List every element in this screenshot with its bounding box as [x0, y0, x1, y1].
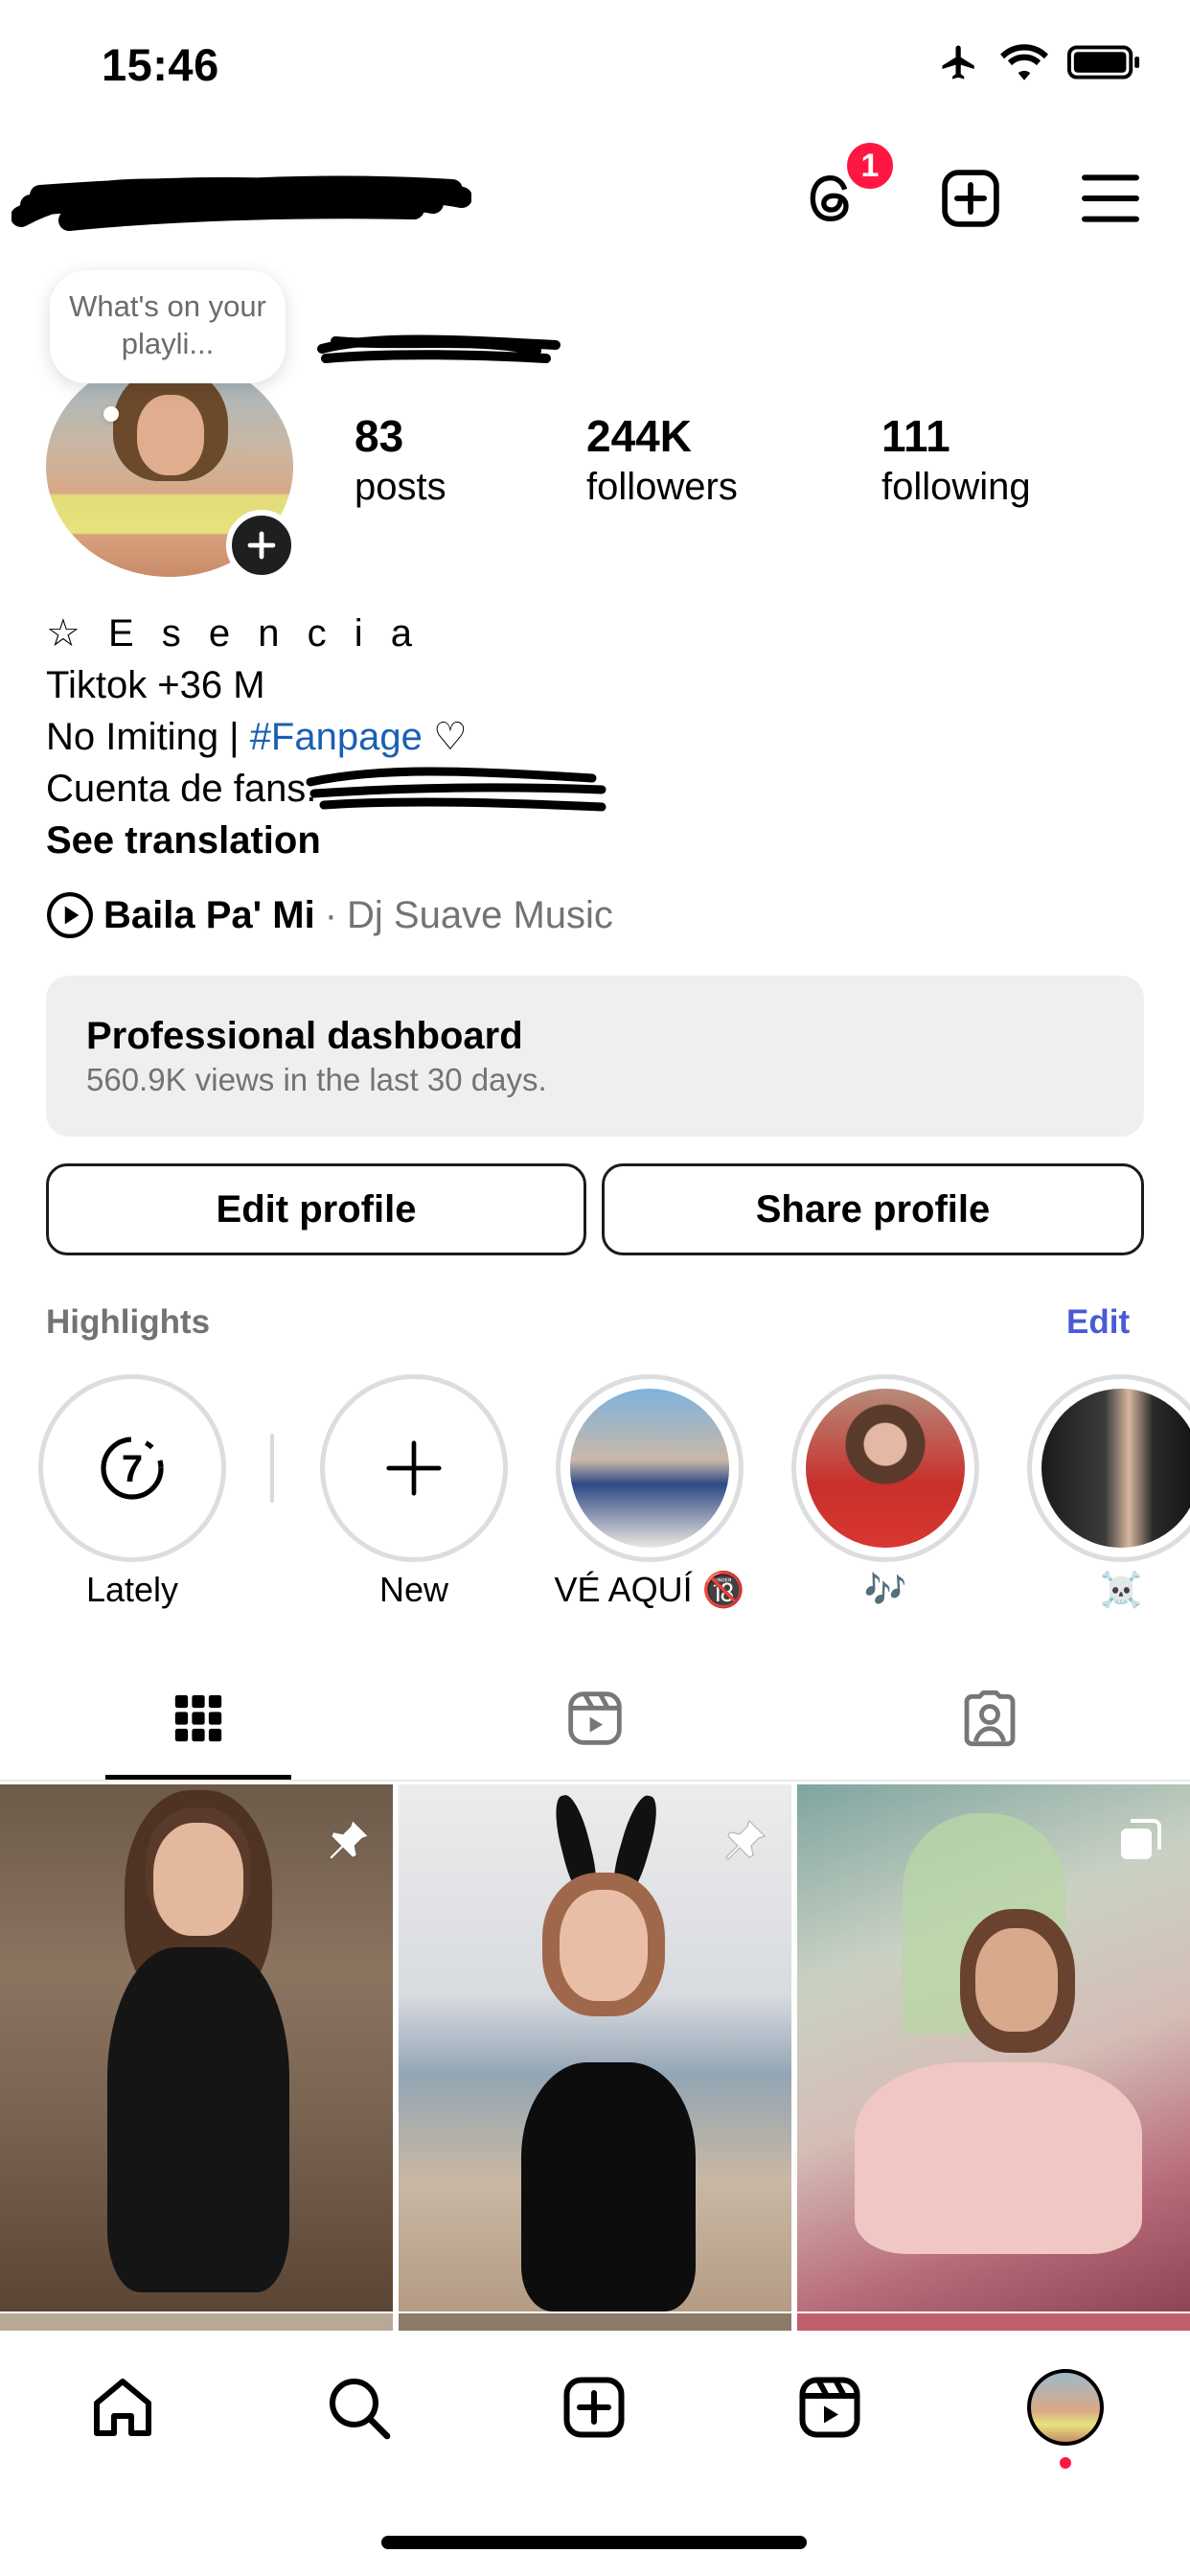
post-figure-body	[855, 2062, 1142, 2254]
stat-followers[interactable]: 244K followers	[586, 410, 738, 512]
music-title: Baila Pa' Mi	[103, 894, 315, 936]
fan-account-redacted[interactable]	[305, 761, 611, 815]
bio-line-4-prefix: Cuenta de fans:	[46, 768, 317, 810]
highlight-lately-label: Lately	[85, 1570, 179, 1609]
carousel-icon	[1115, 1815, 1165, 1865]
create-post-button[interactable]	[935, 163, 1006, 234]
post-figure-face	[975, 1928, 1058, 2032]
display-name-redacted	[317, 334, 561, 363]
status-time: 15:46	[102, 39, 219, 90]
stat-posts-label: posts	[355, 466, 446, 508]
home-icon	[94, 2379, 151, 2436]
highlight-skull[interactable]	[1027, 1374, 1190, 1562]
dashboard-title: Professional dashboard	[86, 1015, 523, 1057]
add-story-button[interactable]	[226, 510, 297, 581]
highlight-music-label: 🎶	[863, 1570, 907, 1609]
note-bubble[interactable]: What's on your playli...	[50, 270, 286, 383]
post-figure-dress	[107, 1947, 289, 2292]
plus-icon	[247, 531, 276, 560]
highlight-ve-aqui-label: VÉ AQUÍ 🔞	[554, 1570, 745, 1609]
bio-line-3-suffix: ♡	[422, 716, 468, 758]
post-thumbnail-partial[interactable]	[797, 2313, 1190, 2333]
nav-search[interactable]	[320, 2369, 397, 2446]
highlight-ve-aqui[interactable]	[556, 1374, 744, 1562]
nav-profile-dot	[1060, 2457, 1071, 2469]
highlight-new[interactable]	[320, 1374, 508, 1562]
see-translation-link[interactable]: See translation	[46, 815, 321, 866]
share-profile-button[interactable]: Share profile	[602, 1163, 1144, 1255]
stat-following[interactable]: 111 following	[881, 410, 1031, 512]
battery-icon	[1067, 45, 1140, 80]
highlight-skull-label: ☠️	[1099, 1570, 1143, 1609]
tab-grid[interactable]	[165, 1685, 232, 1752]
post-figure-face	[560, 1890, 648, 2001]
highlight-music[interactable]	[791, 1374, 979, 1562]
highlight-skull-image	[1041, 1389, 1190, 1548]
airplane-icon	[942, 45, 974, 80]
dashboard-subtitle: 560.9K views in the last 30 days.	[86, 1062, 547, 1097]
edit-profile-button[interactable]: Edit profile	[46, 1163, 586, 1255]
music-separator: ·	[324, 894, 338, 936]
highlights-edit-button[interactable]: Edit	[1066, 1303, 1130, 1342]
stat-posts-value: 83	[355, 411, 404, 461]
hamburger-icon	[1082, 174, 1139, 222]
bio-line-3: No Imiting | #Fanpage ♡	[46, 711, 468, 763]
stat-followers-label: followers	[586, 466, 738, 508]
tabs-divider	[0, 1780, 1190, 1782]
nav-profile-avatar[interactable]	[1027, 2369, 1104, 2446]
stat-following-value: 111	[881, 411, 950, 461]
plus-icon	[386, 1440, 442, 1496]
nav-create[interactable]	[556, 2369, 632, 2446]
tab-reels[interactable]	[561, 1685, 629, 1752]
bio-line-2: Tiktok +36 M	[46, 664, 265, 706]
stat-followers-value: 244K	[586, 411, 692, 461]
highlight-ve-aqui-image	[570, 1389, 729, 1548]
lately-icon: 7	[101, 1437, 164, 1500]
bio-line-4: Cuenta de fans:	[46, 763, 316, 815]
highlight-new-label: New	[378, 1570, 449, 1609]
note-dot	[103, 406, 119, 422]
stat-posts[interactable]: 83 posts	[355, 410, 446, 512]
bio-line-3-prefix: No Imiting |	[46, 716, 250, 758]
reels-icon	[799, 2377, 860, 2438]
search-icon	[330, 2379, 391, 2440]
post-thumbnail-partial[interactable]	[399, 2313, 791, 2333]
grid-icon	[174, 1694, 222, 1742]
status-icons	[937, 42, 1142, 82]
post-figure-face	[153, 1823, 243, 1936]
post-thumbnail-partial[interactable]	[0, 2313, 393, 2333]
play-circle-icon	[47, 892, 93, 938]
tab-tagged[interactable]	[956, 1685, 1023, 1752]
lately-badge: 7	[122, 1448, 143, 1490]
avatar-face	[137, 395, 204, 475]
nav-home[interactable]	[84, 2369, 161, 2446]
highlight-lately[interactable]: 7	[38, 1374, 226, 1562]
highlights-title: Highlights	[46, 1303, 211, 1341]
pin-icon	[721, 1815, 770, 1865]
notification-badge: 1	[843, 139, 897, 193]
highlight-music-image	[806, 1389, 965, 1548]
bio-line-1: ☆ E s e n c i a	[46, 612, 421, 655]
post-figure-outfit	[521, 2062, 696, 2312]
wifi-icon	[1000, 44, 1048, 80]
pin-icon	[324, 1815, 374, 1865]
fanpage-hashtag-link[interactable]: #Fanpage	[250, 716, 423, 758]
highlights-divider	[270, 1434, 274, 1503]
music-row[interactable]: Baila Pa' Mi · Dj Suave Music	[46, 889, 613, 941]
plus-square-icon	[942, 170, 999, 227]
tagged-icon	[964, 1690, 1016, 1747]
username-redacted[interactable]	[11, 161, 471, 238]
stat-following-label: following	[881, 466, 1031, 508]
menu-button[interactable]	[1075, 163, 1146, 234]
music-artist: Dj Suave Music	[347, 894, 613, 936]
reels-icon	[568, 1691, 622, 1745]
plus-square-icon	[563, 2377, 625, 2438]
home-indicator	[381, 2536, 807, 2549]
professional-dashboard[interactable]: Professional dashboard 560.9K views in t…	[46, 976, 1144, 1137]
nav-reels[interactable]	[791, 2369, 868, 2446]
